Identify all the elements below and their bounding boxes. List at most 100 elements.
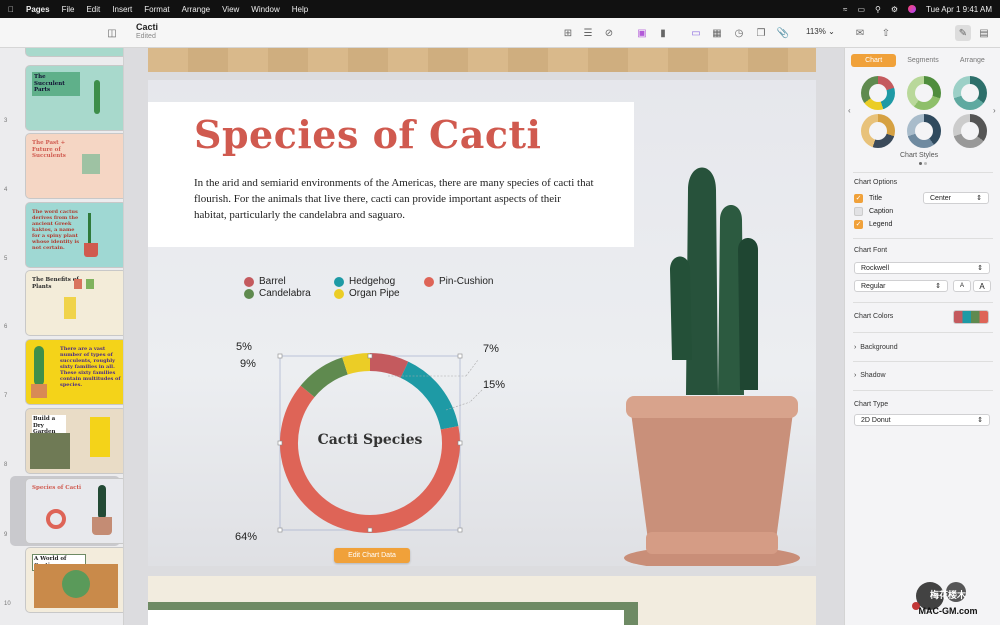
chart-legend[interactable]: Barrel Candelabra Hedgehog Organ Pipe Pi… bbox=[244, 276, 504, 306]
thumb-pot-image bbox=[92, 517, 112, 535]
menu-view[interactable]: View bbox=[222, 5, 239, 14]
search-icon[interactable]: ⚲ bbox=[875, 5, 881, 14]
caption-checkbox[interactable] bbox=[854, 206, 863, 216]
page-thumbnails-sidebar[interactable]: 3 The Succulent Parts 4 The Past + Futur… bbox=[0, 48, 124, 625]
resize-handle[interactable] bbox=[367, 353, 373, 359]
page-thumbnail-7[interactable]: There are a vast number of types of succ… bbox=[26, 340, 123, 404]
shadow-disclosure[interactable]: › Shadow bbox=[854, 372, 886, 379]
page-thumbnail-2[interactable] bbox=[26, 48, 123, 56]
chart-style-6[interactable] bbox=[953, 114, 987, 148]
title-checkbox[interactable]: ✓ bbox=[854, 193, 863, 203]
text-box-icon[interactable]: ▭ bbox=[688, 25, 704, 41]
page-thumbnail-9[interactable]: Species of Cacti bbox=[26, 479, 123, 543]
font-family-select[interactable]: Rockwell ⇕ bbox=[854, 262, 990, 274]
page-dots[interactable] bbox=[919, 162, 927, 165]
edit-chart-data-button[interactable]: Edit Chart Data bbox=[334, 548, 410, 563]
next-page[interactable] bbox=[148, 576, 816, 625]
donut-segment-barrel[interactable] bbox=[369, 353, 409, 378]
donut-segment-pin-cushion[interactable] bbox=[280, 385, 460, 533]
resize-handle[interactable] bbox=[457, 527, 463, 533]
chart-style-5[interactable] bbox=[907, 114, 941, 148]
wifi-icon[interactable]: ≈ bbox=[843, 5, 847, 14]
donut-segment-hedgehog[interactable] bbox=[400, 361, 459, 430]
resize-handle[interactable] bbox=[457, 440, 463, 446]
text-box[interactable]: Species of Cacti In the arid and semiari… bbox=[148, 102, 634, 247]
menu-format[interactable]: Format bbox=[144, 5, 169, 14]
tab-arrange[interactable]: Arrange bbox=[950, 54, 995, 67]
resize-handle[interactable] bbox=[277, 527, 283, 533]
document-icon[interactable]: ▤ bbox=[976, 25, 992, 41]
table-icon[interactable]: ▦ bbox=[709, 25, 725, 41]
chart-style-1[interactable] bbox=[861, 76, 895, 110]
thumb-card bbox=[90, 417, 110, 457]
page-thumbnail-10[interactable]: A World of Cacti bbox=[26, 548, 123, 612]
comment-icon[interactable]: ✉ bbox=[852, 25, 868, 41]
thumb-cactus-image bbox=[94, 80, 100, 114]
page-thumbnail-5[interactable]: The word cactus derives from the ancient… bbox=[26, 203, 123, 267]
add-page-icon[interactable]: ⊞ bbox=[560, 25, 576, 41]
page-thumbnail-6[interactable]: The Benefits of Plants bbox=[26, 271, 123, 335]
clock-icon[interactable]: ◷ bbox=[731, 25, 747, 41]
format-brush-icon[interactable]: ✎ bbox=[955, 25, 971, 41]
chart-title: Cacti Species bbox=[318, 432, 423, 448]
legend-label: Candelabra bbox=[259, 288, 311, 299]
chevron-right-icon[interactable]: › bbox=[993, 106, 996, 115]
menu-edit[interactable]: Edit bbox=[86, 5, 100, 14]
resize-handle[interactable] bbox=[457, 353, 463, 359]
menubar-clock[interactable]: Tue Apr 1 9:41 AM bbox=[926, 5, 992, 14]
resize-handle[interactable] bbox=[277, 440, 283, 446]
battery-icon[interactable]: ▭ bbox=[857, 5, 865, 14]
control-center-icon[interactable]: ⚙ bbox=[891, 5, 898, 14]
menu-help[interactable]: Help bbox=[292, 5, 308, 14]
current-page[interactable]: Species of Cacti In the arid and semiari… bbox=[148, 80, 816, 566]
font-style-select[interactable]: Regular ⇕ bbox=[854, 280, 948, 292]
attach-icon[interactable]: 📎 bbox=[775, 25, 791, 41]
document-canvas[interactable]: Species of Cacti In the arid and semiari… bbox=[124, 48, 844, 625]
donut-segment-organ-pipe[interactable] bbox=[342, 353, 371, 375]
page-number: 8 bbox=[4, 462, 8, 468]
menu-window[interactable]: Window bbox=[251, 5, 279, 14]
zoom-menu[interactable]: 113% ⌄ bbox=[806, 27, 835, 36]
page-thumbnail-8[interactable]: Build a Dry Garden bbox=[26, 409, 123, 473]
page-thumbnail-3[interactable]: The Succulent Parts bbox=[26, 66, 123, 130]
page-title[interactable]: Species of Cacti bbox=[194, 112, 541, 157]
legend-swatch bbox=[334, 288, 344, 299]
siri-icon[interactable] bbox=[908, 5, 917, 13]
zoom-value: 113% bbox=[806, 27, 826, 36]
chart-type-select[interactable]: 2D Donut ⇕ bbox=[854, 414, 990, 426]
share-icon[interactable]: ⇧ bbox=[878, 25, 894, 41]
media-icon[interactable]: ▣ bbox=[634, 25, 650, 41]
previous-page[interactable] bbox=[148, 48, 816, 72]
chart-colors-swatch[interactable] bbox=[953, 310, 989, 324]
apple-icon[interactable]:  bbox=[8, 5, 14, 14]
body-text[interactable]: In the arid and semiarid environments of… bbox=[194, 175, 594, 223]
shape-icon[interactable]: ❐ bbox=[753, 25, 769, 41]
legend-label: Barrel bbox=[259, 276, 286, 287]
menu-file[interactable]: File bbox=[62, 5, 75, 14]
caption-option-label: Caption bbox=[869, 207, 894, 215]
background-disclosure[interactable]: › Background bbox=[854, 344, 898, 351]
title-position-select[interactable]: Center ⇕ bbox=[923, 192, 989, 204]
chart-style-4[interactable] bbox=[861, 114, 895, 148]
sidebar-toggle-icon[interactable]: ◫ bbox=[104, 25, 120, 41]
tab-chart[interactable]: Chart bbox=[851, 54, 897, 67]
chevron-left-icon[interactable]: ‹ bbox=[848, 106, 851, 115]
tab-segments[interactable]: Segments bbox=[900, 54, 945, 67]
menu-insert[interactable]: Insert bbox=[112, 5, 132, 14]
font-larger-button[interactable]: A bbox=[973, 280, 991, 292]
font-smaller-button[interactable]: A bbox=[953, 280, 971, 292]
donut-chart[interactable]: Cacti Species 5% 9% 7% 15% 64% bbox=[208, 330, 538, 560]
resize-handle[interactable] bbox=[277, 353, 283, 359]
page-thumbnail-4[interactable]: The Past + Future of Succulents bbox=[26, 134, 123, 198]
resize-handle[interactable] bbox=[367, 527, 373, 533]
menu-app[interactable]: Pages bbox=[26, 5, 50, 14]
donut-segment-candelabra[interactable] bbox=[300, 357, 349, 398]
chart-style-3[interactable] bbox=[953, 76, 987, 110]
cactus-photo[interactable] bbox=[608, 120, 816, 566]
chart-style-2[interactable] bbox=[907, 76, 941, 110]
menu-arrange[interactable]: Arrange bbox=[182, 5, 210, 14]
insert-list-icon[interactable]: ☰ bbox=[580, 25, 596, 41]
legend-checkbox[interactable]: ✓ bbox=[854, 219, 863, 229]
comment-off-icon[interactable]: ⊘ bbox=[601, 25, 617, 41]
chart-icon[interactable]: ▮ bbox=[655, 25, 671, 41]
